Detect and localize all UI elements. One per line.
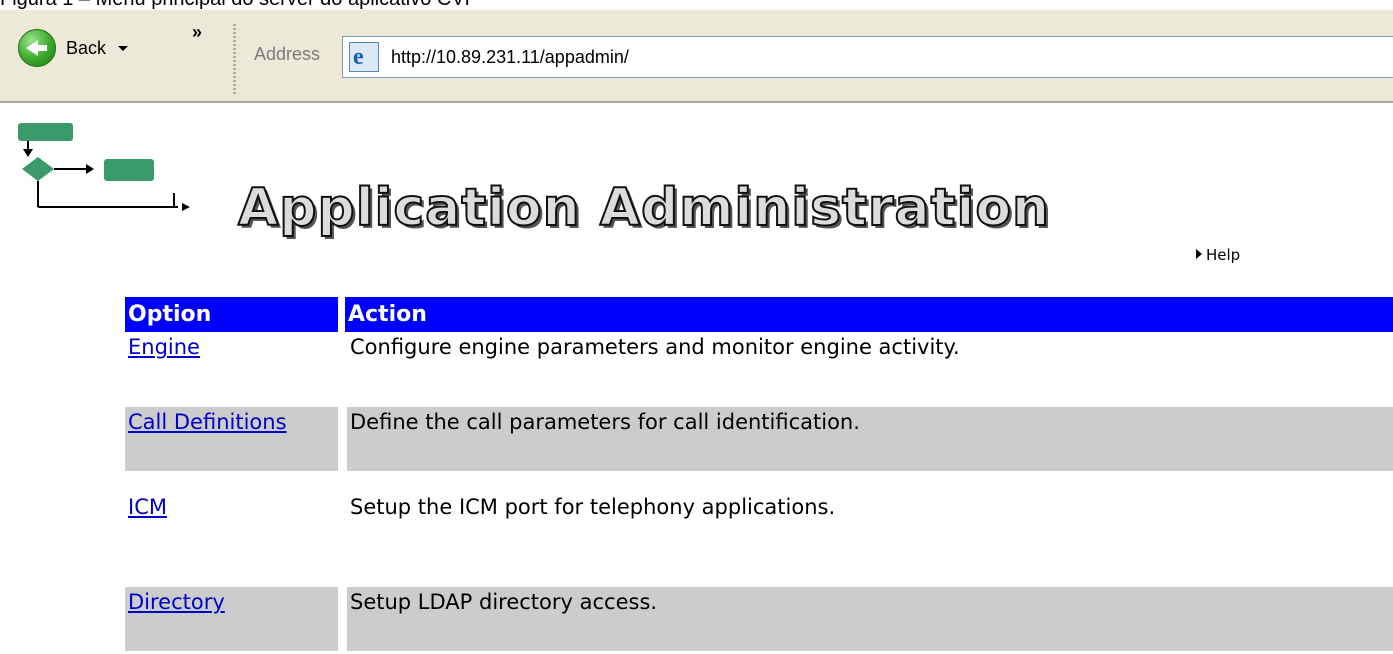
option-cell: ICM <box>125 492 338 556</box>
help-link[interactable]: Help <box>1196 246 1240 264</box>
triangle-right-icon <box>1196 249 1202 259</box>
ie-page-icon: e <box>349 42 379 72</box>
action-cell: Define the call parameters for call iden… <box>347 407 1393 471</box>
back-label: Back <box>66 37 107 58</box>
help-label: Help <box>1206 246 1241 264</box>
option-cell: Call Definitions <box>125 407 338 471</box>
chevron-down-icon[interactable] <box>118 45 129 51</box>
action-cell: Configure engine parameters and monitor … <box>347 332 1393 396</box>
action-description: Setup the ICM port for telephony applica… <box>350 495 836 519</box>
option-cell: Engine <box>125 332 338 396</box>
figure-caption: Figura 1 – Menu principal do server do a… <box>0 0 478 10</box>
action-description: Configure engine parameters and monitor … <box>350 335 960 359</box>
action-description: Define the call parameters for call iden… <box>350 410 860 434</box>
back-arrow-icon <box>18 29 56 67</box>
app-admin-logo <box>18 123 190 211</box>
back-button[interactable]: Back <box>18 26 129 70</box>
address-label: Address <box>254 44 321 64</box>
column-header-action: Action <box>345 297 1393 332</box>
browser-toolbar: Back » Address e http://10.89.231.11/app… <box>0 10 1393 98</box>
directory-link[interactable]: Directory <box>128 590 225 614</box>
address-url[interactable]: http://10.89.231.11/appadmin/ <box>391 47 629 68</box>
action-cell: Setup the ICM port for telephony applica… <box>347 492 1393 556</box>
action-description: Setup LDAP directory access. <box>350 590 658 614</box>
page-title: Application Administration <box>237 177 1051 239</box>
column-header-option: Option <box>125 297 338 332</box>
engine-link[interactable]: Engine <box>128 335 200 359</box>
action-cell: Setup LDAP directory access. <box>347 587 1393 651</box>
call-definitions-link[interactable]: Call Definitions <box>128 410 287 434</box>
icm-link[interactable]: ICM <box>128 495 167 519</box>
toolbar-divider <box>0 95 1393 103</box>
toolbar-grip[interactable] <box>233 24 236 98</box>
option-cell: Directory <box>125 587 338 651</box>
more-toolbar-chevron[interactable]: » <box>192 22 202 43</box>
address-bar[interactable]: e http://10.89.231.11/appadmin/ <box>342 36 1393 78</box>
